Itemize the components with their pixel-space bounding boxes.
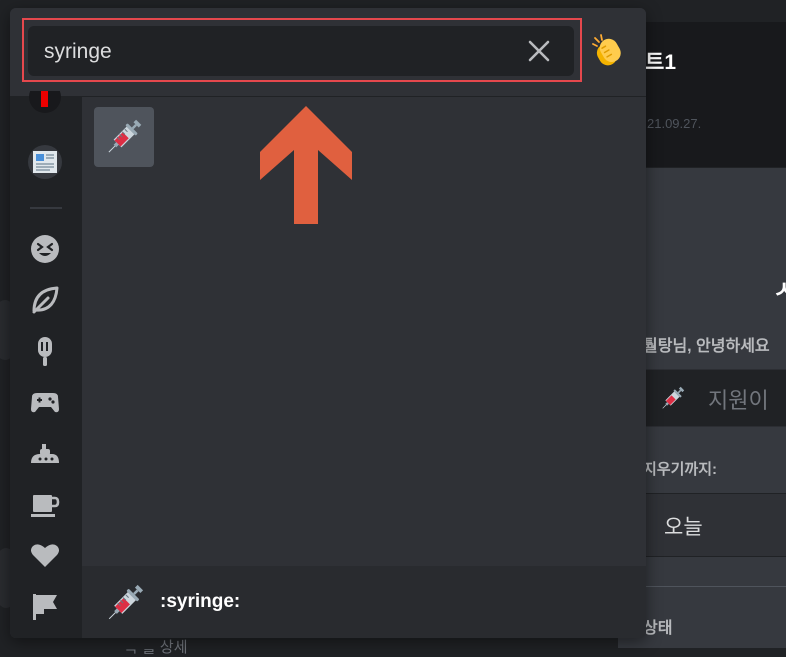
syringe-icon[interactable] (658, 383, 688, 413)
modal-greeting: 퉐탕님, 안녕하세요 (643, 338, 770, 355)
heart-icon[interactable] (28, 538, 62, 572)
modal-divider (646, 586, 786, 587)
status-text-input[interactable]: 지원이 (646, 369, 786, 427)
category-separator (30, 207, 62, 209)
modal-heading: ㅅ (773, 277, 786, 304)
smiley-icon[interactable] (28, 232, 62, 266)
clear-after-label: 지우기까지: (643, 461, 717, 478)
submarine-icon[interactable] (28, 436, 62, 470)
syringe-icon (108, 584, 144, 620)
background-channel-title: 트1 (645, 51, 676, 74)
annotation-arrow-up-icon (260, 106, 352, 224)
popsicle-icon[interactable] (28, 334, 62, 368)
gamepad-icon[interactable] (28, 385, 62, 419)
background-date: 21.09.27. (647, 116, 702, 131)
flag-icon[interactable] (28, 589, 62, 623)
coffee-icon[interactable] (28, 487, 62, 521)
background-bottom-text: ᆨ ᆯ 상세 (124, 639, 188, 656)
category-sidebar (10, 91, 82, 638)
syringe-icon (108, 119, 142, 153)
newspaper-icon[interactable] (28, 145, 62, 179)
emoji-result-syringe[interactable] (94, 107, 154, 167)
leaf-icon[interactable] (28, 283, 62, 317)
status-label: 상태 (643, 620, 673, 637)
clear-after-value: 오늘 (664, 516, 703, 539)
emoji-picker: :syringe: (10, 8, 646, 638)
picker-header (10, 8, 646, 97)
status-input-placeholder: 지원이 (708, 388, 769, 413)
emoji-preview-name: :syringe: (160, 591, 241, 612)
emoji-results-grid (82, 97, 646, 566)
search-highlight-box (22, 18, 582, 82)
emoji-preview-bar: :syringe: (82, 566, 646, 638)
recent-category-icon[interactable] (28, 91, 62, 125)
clear-after-select[interactable]: 오늘 (646, 493, 786, 557)
clapping-hands-icon[interactable] (590, 32, 630, 72)
